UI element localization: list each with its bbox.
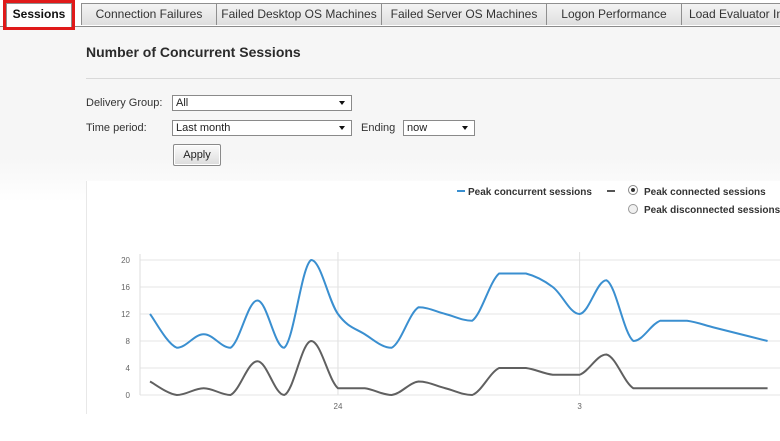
chevron-down-icon: [339, 126, 345, 130]
delivery-group-select[interactable]: All: [172, 95, 352, 111]
chart-panel: Peak concurrent sessions Peak connected …: [86, 181, 780, 414]
ending-select[interactable]: now: [403, 120, 475, 136]
legend-peak-connected: Peak connected sessions: [644, 187, 766, 198]
apply-button[interactable]: Apply: [173, 144, 221, 166]
y-tick-label: 8: [126, 337, 131, 346]
y-tick-label: 16: [121, 283, 130, 292]
chevron-down-icon: [462, 126, 468, 130]
time-period-value: Last month: [176, 122, 231, 134]
x-tick-label: 3: [577, 402, 582, 411]
concurrent-sessions-chart: Peak concurrent sessions Peak connected …: [121, 185, 780, 411]
tab-bar: Sessions Connection Failures Failed Desk…: [0, 0, 780, 30]
radio-selected-dot: [631, 188, 635, 192]
ending-value: now: [407, 122, 428, 134]
tab-logon-performance[interactable]: Logon Performance: [546, 3, 682, 25]
y-tick-label: 20: [121, 256, 130, 265]
tab-sessions[interactable]: Sessions: [3, 0, 75, 30]
y-tick-label: 12: [121, 310, 130, 319]
time-period-label: Time period:: [86, 122, 147, 134]
delivery-group-label: Delivery Group:: [86, 97, 163, 109]
tab-failed-desktop-os-machines[interactable]: Failed Desktop OS Machines: [216, 3, 382, 25]
legend-peak-disconnected: Peak disconnected sessions: [644, 205, 780, 216]
radio-peak-disconnected[interactable]: [628, 204, 638, 214]
x-tick-label: 24: [334, 402, 343, 411]
page-title: Number of Concurrent Sessions: [86, 44, 301, 60]
time-period-select[interactable]: Last month: [172, 120, 352, 136]
chevron-down-icon: [339, 101, 345, 105]
tab-load-evaluator[interactable]: Load Evaluator In: [681, 3, 780, 25]
ending-label: Ending: [361, 122, 396, 134]
tab-failed-server-os-machines[interactable]: Failed Server OS Machines: [381, 3, 547, 25]
series-line-peak-concurrent: [149, 259, 768, 349]
y-tick-label: 0: [126, 391, 131, 400]
delivery-group-value: All: [176, 97, 189, 109]
legend-peak-concurrent: Peak concurrent sessions: [468, 187, 592, 198]
title-divider: [86, 78, 780, 79]
tab-connection-failures[interactable]: Connection Failures: [81, 3, 217, 25]
chart-legend: Peak concurrent sessions Peak connected …: [457, 185, 780, 216]
y-tick-label: 4: [126, 364, 131, 373]
